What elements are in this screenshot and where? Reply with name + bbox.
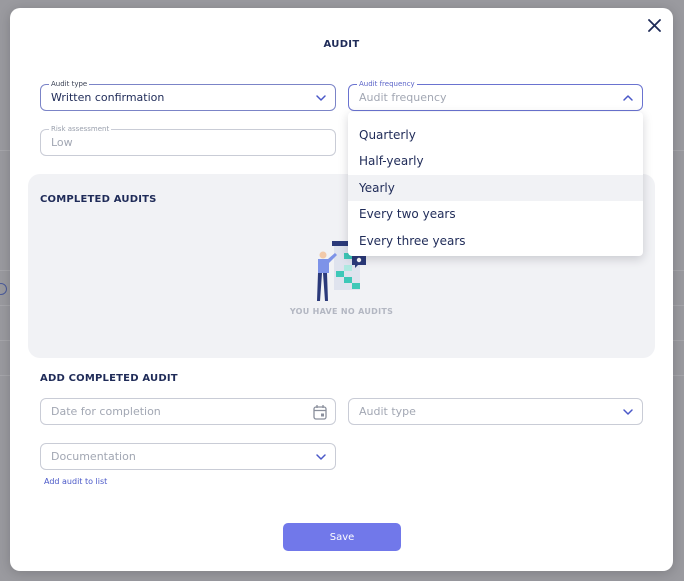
- risk-assessment-label: Risk assessment: [49, 124, 112, 134]
- date-for-completion-input[interactable]: Date for completion: [40, 398, 336, 425]
- audit-modal: AUDIT Audit type Written confirmation Au…: [10, 8, 673, 571]
- close-button[interactable]: [645, 16, 663, 34]
- date-for-completion-placeholder: Date for completion: [51, 405, 161, 418]
- add-audit-to-list-link[interactable]: Add audit to list: [44, 477, 107, 486]
- dropdown-option-quarterly[interactable]: Quarterly: [348, 122, 643, 148]
- dropdown-option-every-three-years[interactable]: Every three years: [348, 228, 643, 254]
- chevron-down-icon: [623, 409, 633, 415]
- dropdown-option-yearly[interactable]: Yearly: [348, 175, 643, 201]
- completed-audits-title: COMPLETED AUDITS: [40, 194, 157, 205]
- background-info-icon: [0, 283, 7, 295]
- close-icon: [647, 18, 661, 32]
- empty-audits-text: YOU HAVE NO AUDITS: [289, 307, 394, 316]
- audit-type-label: Audit type: [49, 79, 90, 89]
- save-button[interactable]: Save: [283, 523, 401, 551]
- audit-frequency-placeholder: Audit frequency: [359, 91, 447, 104]
- dropdown-option-every-two-years[interactable]: Every two years: [348, 201, 643, 227]
- calendar-icon: [313, 405, 327, 420]
- modal-title: AUDIT: [323, 39, 360, 50]
- audit-type-select[interactable]: Audit type Written confirmation: [40, 79, 336, 111]
- add-audit-type-select[interactable]: Audit type: [348, 398, 643, 425]
- audit-frequency-label: Audit frequency: [357, 79, 417, 89]
- audit-frequency-dropdown: Quarterly Half-yearly Yearly Every two y…: [348, 112, 643, 256]
- documentation-placeholder: Documentation: [51, 450, 136, 463]
- dropdown-option-half-yearly[interactable]: Half-yearly: [348, 148, 643, 174]
- audit-type-value: Written confirmation: [51, 91, 165, 104]
- documentation-select[interactable]: Documentation: [40, 443, 336, 470]
- risk-assessment-field: Risk assessment Low: [40, 124, 336, 156]
- add-audit-type-placeholder: Audit type: [359, 405, 416, 418]
- risk-assessment-value: Low: [51, 136, 73, 149]
- add-completed-audit-title: ADD COMPLETED AUDIT: [40, 373, 178, 384]
- chevron-down-icon: [316, 454, 326, 460]
- chevron-down-icon: [316, 95, 326, 101]
- chevron-up-icon: [623, 95, 633, 101]
- audit-frequency-select[interactable]: Audit frequency Audit frequency: [348, 79, 643, 111]
